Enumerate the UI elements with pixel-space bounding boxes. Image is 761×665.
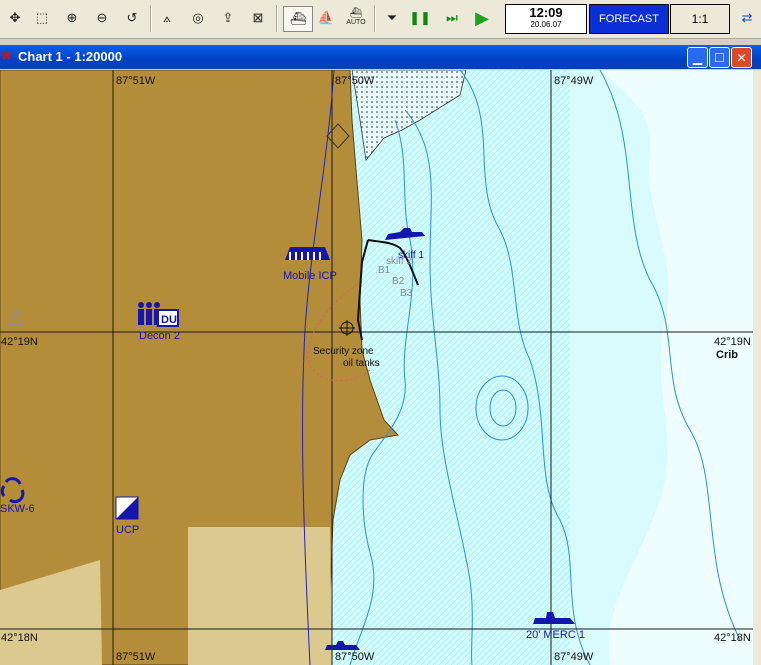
lon-label-1: 87°51W [116,75,156,87]
ucp-label: UCP [116,524,139,536]
pause-icon[interactable]: ❚❚ [408,6,432,30]
time-display: 12:09 20.06.07 [505,4,587,34]
b2-label: B2 [392,276,405,287]
lat-label-left-2: 42°18N [1,632,38,644]
chart-app-icon: ✖ [1,48,12,63]
skw-label: SKW-6 [0,503,35,515]
auto-label: AUTO [346,19,366,26]
mobile-icp-icon[interactable] [285,247,330,260]
lon-label-bottom-3: 87°49W [554,651,594,663]
lon-label-3: 87°49W [554,75,594,87]
crib-label: Crib [716,349,738,361]
chart-window-titlebar: ✖ Chart 1 - 1:20000 ▁ ☐ ✕ [0,45,761,69]
zoom-out-icon[interactable]: ⊖ [90,6,114,30]
refresh-icon[interactable]: ⇄ [735,6,759,30]
oil-tanks-label: oil tanks [343,358,380,369]
lon-label-bottom-1: 87°51W [116,651,156,663]
ship-view-icon[interactable]: ⛵ [314,6,338,30]
decon-people-icon[interactable] [138,302,160,325]
fast-forward-icon[interactable]: ⏭ [440,6,464,30]
target-icon[interactable]: ◎ [186,6,210,30]
du-label: DU [161,314,177,326]
toolbar-separator [150,5,152,32]
lat-label-right-1: 42°19N [714,336,751,348]
lat-label-left-1: 42°19N [1,336,38,348]
minimize-button[interactable]: ▁ [687,47,708,68]
zoom-in-icon[interactable]: ⊕ [60,6,84,30]
maximize-button[interactable]: ☐ [709,47,730,68]
compass-icon[interactable]: ⟑ [155,6,179,30]
security-zone-label: Security zone [313,346,374,357]
toolbar-separator [276,5,278,32]
scale-display[interactable]: 1:1 [670,4,730,34]
date-value: 20.06.07 [530,20,562,29]
auto-icon: ⛴ [349,8,363,19]
merc-label: 20' MERC 1 [526,629,585,641]
stop-icon[interactable]: ⏷ [380,6,404,30]
export-icon[interactable]: ⇪ [216,6,240,30]
ucp-icon[interactable] [115,496,139,520]
vertical-scrollbar[interactable] [753,70,761,665]
toolbar: ✥ ⬚ ⊕ ⊖ ↺ ⟑ ◎ ⇪ ⊠ ⛴ ⛵ ⛴ AUTO ⏷ ❚❚ ⏭ ▶ 12… [0,0,761,39]
ship-mode-icon[interactable]: ⛴ [283,6,313,32]
undo-icon[interactable]: ↺ [120,6,144,30]
chart-canvas[interactable]: 87°51W 87°50W 87°49W 87°51W 87°50W 87°49… [0,70,753,665]
lon-label-bottom-2: 87°50W [335,651,375,663]
play-icon[interactable]: ▶ [470,6,494,30]
lon-label-2: 87°50W [335,75,375,87]
lat-label-right-2: 42°18N [714,632,751,644]
b1-label: B1 [378,265,391,276]
import-icon[interactable]: ⊠ [246,6,270,30]
decon-label: Decon 2 [139,330,180,342]
b3-label: B3 [400,288,413,299]
nautical-chart[interactable]: 87°51W 87°50W 87°49W 87°51W 87°50W 87°49… [0,70,753,665]
window-title: Chart 1 - 1:20000 [18,49,123,64]
toolbar-separator [374,5,376,32]
zoom-box-icon[interactable]: ⬚ [30,6,54,30]
move-icon[interactable]: ✥ [3,6,27,30]
built-up-area [188,527,332,665]
auto-button[interactable]: ⛴ AUTO [342,6,370,30]
mobile-icp-label: Mobile ICP [283,270,337,282]
close-button[interactable]: ✕ [731,47,752,68]
forecast-button[interactable]: FORECAST [589,4,669,34]
time-value: 12:09 [529,5,563,20]
